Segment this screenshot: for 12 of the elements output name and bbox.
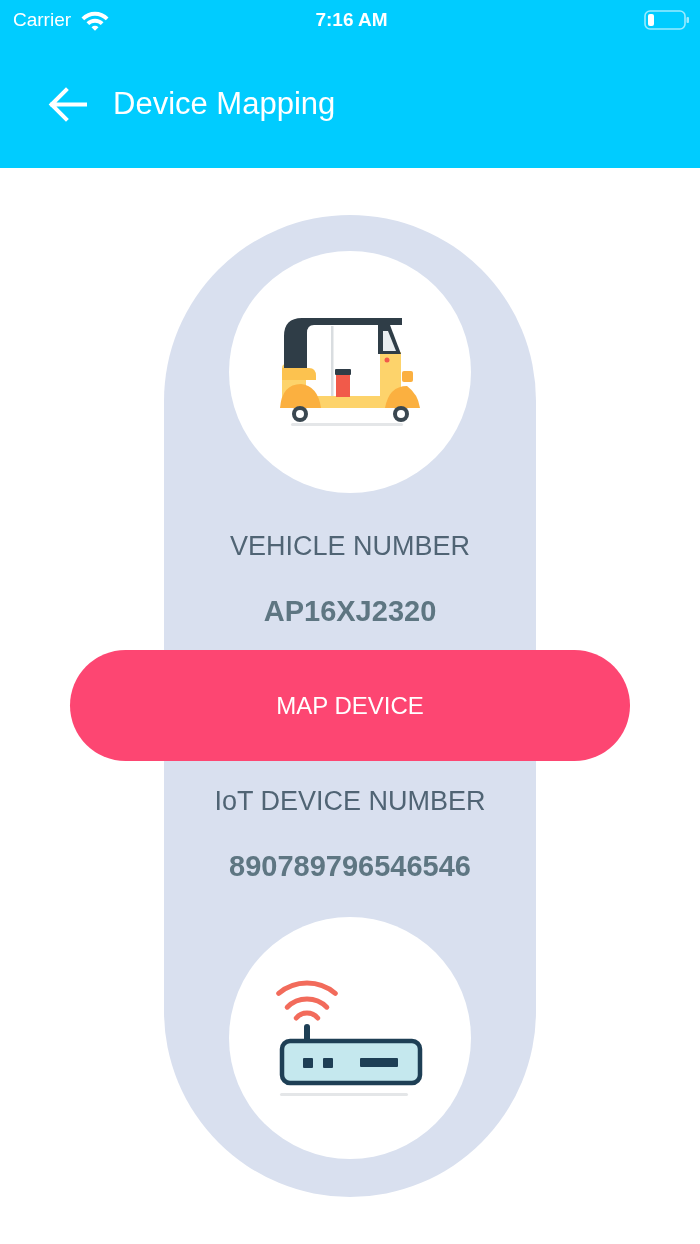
wifi-signal-icon: [80, 9, 111, 31]
vehicle-number-value: AP16XJ2320: [263, 595, 437, 627]
map-device-button[interactable]: MAP DEVICE: [70, 650, 630, 761]
clock-time: 7:16 AM: [315, 9, 388, 31]
device-number-label: IoT DEVICE NUMBER: [214, 785, 486, 817]
battery-icon: [644, 10, 690, 30]
auto-rickshaw-icon: [279, 315, 421, 429]
back-arrow-icon: [48, 86, 87, 122]
vehicle-number-label: VEHICLE NUMBER: [229, 530, 470, 562]
carrier-name: Carrier: [13, 9, 72, 31]
device-number-value: 890789796546546: [229, 850, 471, 882]
screen-title: Device Mapping: [113, 85, 336, 123]
